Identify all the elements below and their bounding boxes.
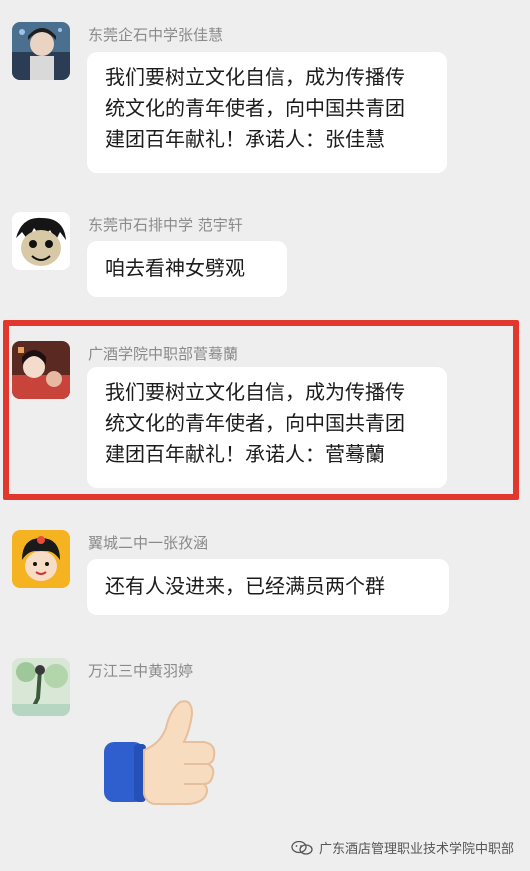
watermark: 广东酒店管理职业技术学院中职部	[291, 838, 514, 857]
sender-name: 东莞市石排中学 范宇轩	[88, 216, 243, 234]
message-line: 统文化的青年使者，向中国共青团	[105, 96, 405, 120]
thumbs-up-sticker[interactable]	[100, 694, 220, 812]
sender-name: 东莞企石中学张佳慧	[88, 26, 224, 44]
message-line: 建团百年献礼！承诺人：张佳慧	[105, 127, 385, 151]
sender-name: 万江三中黄羽婷	[88, 662, 194, 680]
avatar[interactable]	[12, 658, 70, 716]
sender-name: 翼城二中一张孜涵	[88, 534, 209, 552]
message-line: 还有人没进来，已经满员两个群	[105, 574, 385, 598]
avatar[interactable]	[12, 22, 70, 80]
watermark-text: 广东酒店管理职业技术学院中职部	[318, 842, 514, 857]
highlight-frame	[3, 320, 519, 500]
message-bubble[interactable]: 咱去看神女劈观	[87, 241, 287, 297]
message-line: 咱去看神女劈观	[105, 256, 245, 280]
avatar[interactable]	[12, 212, 70, 270]
avatar[interactable]	[12, 530, 70, 588]
wechat-icon	[291, 840, 313, 855]
thumbs-up-icon	[104, 700, 216, 805]
message-line: 我们要树立文化自信，成为传播传	[105, 65, 405, 89]
message-bubble[interactable]: 还有人没进来，已经满员两个群	[87, 559, 449, 615]
message-bubble[interactable]: 我们要树立文化自信，成为传播传 统文化的青年使者，向中国共青团 建团百年献礼！承…	[87, 52, 447, 173]
